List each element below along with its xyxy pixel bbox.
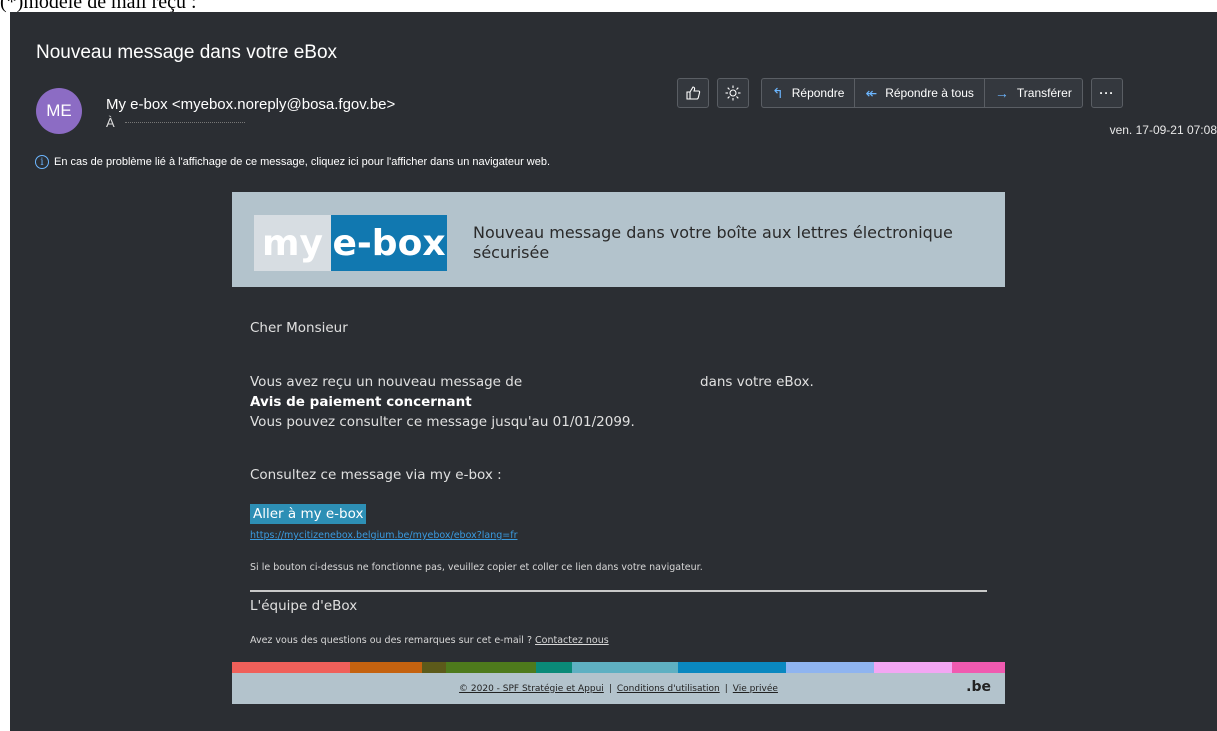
reply-label: Répondre [791,86,845,100]
terms-link[interactable]: Conditions d'utilisation [617,684,720,694]
be-logo: .be [966,679,991,695]
stripe [350,662,422,673]
team-signature: L'équipe d'eBox [250,598,358,614]
divider [250,590,987,592]
stripe [952,662,1005,673]
info-icon: i [35,155,49,169]
greeting: Cher Monsieur [250,320,348,336]
stripe [786,662,874,673]
recipient-line: À [106,115,245,130]
sender-address[interactable]: My e-box <myebox.noreply@bosa.fgov.be> [106,96,395,113]
footer-separator: | [608,683,612,694]
reply-all-button[interactable]: ↞ Répondre à tous [854,78,984,108]
mail-banner: my e-box Nouveau message dans votre boît… [232,192,1005,287]
display-issue-text: En cas de problème lié à l'affichage de … [54,156,551,168]
received-suffix: dans votre eBox. [700,374,814,390]
stripe [232,662,350,673]
questions-text: Avez vous des questions ou des remarques… [250,635,533,646]
consult-until: Vous pouvez consulter ce message jusqu'a… [250,414,635,430]
email-body: my e-box Nouveau message dans votre boît… [232,192,1005,704]
email-subject: Nouveau message dans votre eBox [36,42,338,63]
logo-ebox: e-box [331,215,447,271]
message-date: ven. 17-09-21 07:08 [1109,123,1217,137]
stripe [422,662,446,673]
contact-link[interactable]: Contactez nous [535,635,609,646]
reply-all-label: Répondre à tous [885,86,974,100]
reply-button-group: ↰ Répondre ↞ Répondre à tous → Transfére… [761,78,1083,108]
myebox-logo: my e-box [254,215,447,271]
myebox-link[interactable]: https://mycitizenebox.belgium.be/myebox/… [250,530,517,541]
stripe [678,662,786,673]
color-stripes [232,662,1005,673]
stripe [572,662,678,673]
to-label: À [106,115,115,130]
stripe [446,662,536,673]
thumbs-up-icon [686,86,701,100]
stripe [536,662,572,673]
redacted-recipient [124,122,245,125]
forward-label: Transférer [1016,86,1072,100]
reply-arrow-icon: ↰ [772,84,784,101]
questions-line: Avez vous des questions ou des remarques… [250,635,609,646]
message-toolbar: ↰ Répondre ↞ Répondre à tous → Transfére… [677,77,1123,109]
message-subject-line: Avis de paiement concernant [250,394,472,410]
fallback-instructions: Si le bouton ci-dessus ne fonctionne pas… [250,562,703,573]
more-actions-button[interactable]: ··· [1090,78,1123,108]
logo-my: my [254,215,331,271]
theme-toggle-button[interactable] [717,78,749,108]
copyright-link[interactable]: © 2020 - SPF Stratégie et Appui [459,684,604,694]
stripe [874,662,952,673]
banner-title: Nouveau message dans votre boîte aux let… [473,223,953,262]
go-to-myebox-button[interactable]: Aller à my e-box [250,504,367,524]
reply-all-arrow-icon: ↞ [865,84,878,101]
reply-button[interactable]: ↰ Répondre [761,78,855,108]
privacy-link[interactable]: Vie privée [733,684,778,694]
mail-footer: © 2020 - SPF Stratégie et Appui | Condit… [232,673,1005,704]
received-prefix: Vous avez reçu un nouveau message de [250,374,523,390]
email-window: Nouveau message dans votre eBox ME My e-… [10,12,1217,731]
footer-separator: | [724,683,728,694]
like-button[interactable] [677,78,709,108]
forward-button[interactable]: → Transférer [983,78,1083,108]
display-issue-notice[interactable]: i En cas de problème lié à l'affichage d… [35,155,550,169]
sun-icon [725,85,741,101]
forward-arrow-icon: → [994,85,1009,101]
consult-via: Consultez ce message via my e-box : [250,467,502,483]
sender-avatar[interactable]: ME [36,88,82,134]
